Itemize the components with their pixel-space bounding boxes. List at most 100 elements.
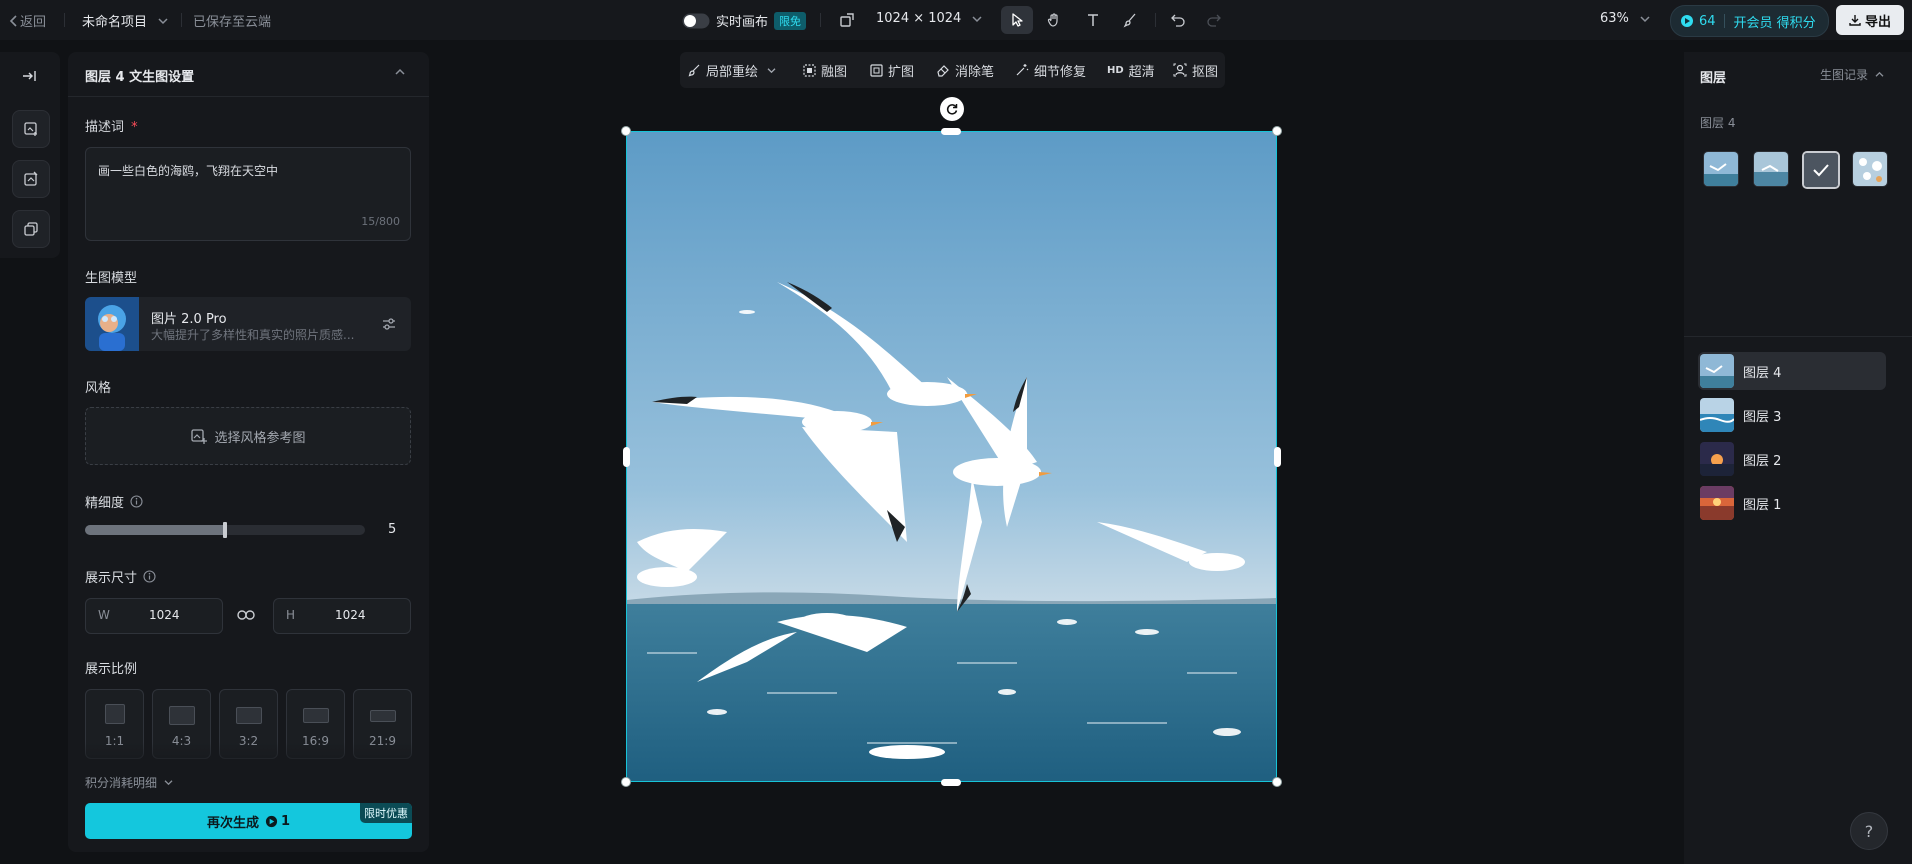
style-label: 风格 <box>85 381 112 396</box>
generation-history-toggle[interactable]: 生图记录 <box>1820 66 1885 83</box>
layers-tool[interactable] <box>12 210 50 248</box>
magic-wand-icon <box>1015 63 1029 77</box>
regenerate-cost: 1 <box>280 813 291 829</box>
brush-icon <box>1122 12 1138 28</box>
hand-tool-button[interactable] <box>1038 6 1070 34</box>
realtime-label: 实时画布 <box>716 15 769 30</box>
chevron-down-icon <box>766 67 777 74</box>
image-edit-toolbar: 局部重绘 融图 扩图 消除笔 细节修复 HD 超清 抠图 <box>680 52 1225 88</box>
brush-tool-button[interactable] <box>1114 6 1146 34</box>
upscale-button[interactable]: HD 超清 <box>1107 52 1155 88</box>
history-thumbnail[interactable] <box>1852 151 1888 187</box>
layer-name: 图层 3 <box>1743 409 1782 425</box>
canvas-size-dropdown[interactable]: 1024 × 1024 <box>876 11 983 26</box>
hand-icon <box>1046 12 1062 28</box>
prompt-textarea[interactable]: 画一些白色的海鸥，飞翔在天空中 15/800 <box>85 147 411 241</box>
layer-item-1[interactable]: 图层 1 <box>1698 484 1886 522</box>
export-label: 导出 <box>1864 14 1891 30</box>
back-label: 返回 <box>20 15 47 30</box>
resize-handle-top[interactable] <box>941 128 961 135</box>
layer-item-2[interactable]: 图层 2 <box>1698 440 1886 478</box>
history-thumbnail[interactable] <box>1703 151 1739 187</box>
undo-icon <box>1170 12 1186 28</box>
divider <box>64 13 65 27</box>
expand-panel-icon[interactable] <box>21 68 37 84</box>
width-prefix: W <box>98 608 110 622</box>
detail-label-text: 精细度 <box>85 496 125 511</box>
resize-handle-right[interactable] <box>1274 447 1281 467</box>
rotate-handle[interactable] <box>940 97 964 121</box>
history-thumbnail[interactable] <box>1753 151 1789 187</box>
divider <box>1723 14 1725 28</box>
width-value: 1024 <box>149 608 180 622</box>
model-selector[interactable]: 图片 2.0 Pro 大幅提升了多样性和真实的照片质感... <box>85 297 411 351</box>
help-button[interactable]: ? <box>1850 812 1888 850</box>
history-thumbnail-selected[interactable] <box>1802 151 1840 189</box>
resize-handle-bottom[interactable] <box>941 779 961 786</box>
eraser-button[interactable]: 消除笔 <box>936 52 994 88</box>
detail-slider[interactable] <box>85 522 365 538</box>
cutout-icon <box>1173 63 1187 77</box>
image-generate-tool[interactable] <box>12 110 50 148</box>
image-add-icon <box>23 121 39 137</box>
info-icon[interactable] <box>143 570 156 583</box>
select-tool-button[interactable] <box>1001 6 1033 34</box>
resize-handle-top-right[interactable] <box>1272 126 1282 136</box>
detail-fix-button[interactable]: 细节修复 <box>1015 52 1086 88</box>
ratio-shape <box>236 707 262 724</box>
image-add-icon <box>190 427 208 445</box>
detail-slider-handle[interactable] <box>223 522 227 538</box>
canvas-image-layer[interactable] <box>626 131 1277 782</box>
size-label-text: 展示尺寸 <box>85 571 138 586</box>
detail-value: 5 <box>388 522 397 537</box>
eraser-label: 消除笔 <box>955 64 995 80</box>
chevron-down-icon <box>1639 15 1651 23</box>
chevron-down-icon <box>971 15 983 23</box>
back-button[interactable]: 返回 <box>8 11 46 30</box>
blend-icon <box>803 63 816 77</box>
redo-button[interactable] <box>1198 6 1230 34</box>
export-button[interactable]: 导出 <box>1836 5 1904 35</box>
width-input[interactable]: W 1024 <box>85 598 223 634</box>
credits-detail-toggle[interactable]: 积分消耗明细 <box>85 774 174 791</box>
text-icon <box>1085 12 1101 28</box>
ratio-shape <box>169 706 195 725</box>
undo-button[interactable] <box>1162 6 1194 34</box>
membership-credits-button[interactable]: 64 开会员 得积分 <box>1670 5 1829 37</box>
resize-canvas-icon[interactable] <box>839 12 855 28</box>
resize-handle-bottom-right[interactable] <box>1272 777 1282 787</box>
expand-label: 扩图 <box>888 64 915 80</box>
collapse-chevron-icon[interactable] <box>394 68 406 76</box>
expand-button[interactable]: 扩图 <box>870 52 914 88</box>
layers-icon <box>23 221 39 237</box>
credit-count: 64 <box>1699 13 1716 29</box>
model-name: 图片 2.0 Pro <box>151 312 227 327</box>
blend-button[interactable]: 融图 <box>803 52 847 88</box>
local-redraw-button[interactable]: 局部重绘 <box>688 52 777 88</box>
cutout-button[interactable]: 抠图 <box>1173 52 1218 88</box>
info-icon[interactable] <box>130 495 143 508</box>
chevron-left-icon <box>8 14 20 28</box>
regenerate-button[interactable]: 再次生成 1 限时优惠 <box>85 803 412 839</box>
style-placeholder: 选择风格参考图 <box>214 430 306 446</box>
zoom-dropdown[interactable]: 63% <box>1600 11 1651 26</box>
image-edit-tool[interactable] <box>12 160 50 198</box>
height-input[interactable]: H 1024 <box>273 598 411 634</box>
text-tool-button[interactable] <box>1077 6 1109 34</box>
link-icon[interactable] <box>237 607 255 623</box>
resize-handle-top-left[interactable] <box>621 126 631 136</box>
history-label: 生图记录 <box>1820 68 1869 82</box>
resize-handle-left[interactable] <box>623 447 630 467</box>
project-name-dropdown[interactable]: 未命名项目 <box>82 11 169 30</box>
cutout-label: 抠图 <box>1192 64 1219 80</box>
chevron-up-icon <box>1874 71 1885 78</box>
resize-handle-bottom-left[interactable] <box>621 777 631 787</box>
layer-item-3[interactable]: 图层 3 <box>1698 396 1886 434</box>
style-reference-picker[interactable]: 选择风格参考图 <box>85 407 411 465</box>
ratio-shape <box>370 710 396 722</box>
regenerate-label: 再次生成 <box>206 815 259 831</box>
layer-item-4[interactable]: 图层 4 <box>1698 352 1886 390</box>
layer-thumbnail <box>1700 442 1734 476</box>
model-settings-icon[interactable] <box>381 316 397 332</box>
realtime-canvas-toggle[interactable]: 实时画布 限免 <box>682 11 807 30</box>
